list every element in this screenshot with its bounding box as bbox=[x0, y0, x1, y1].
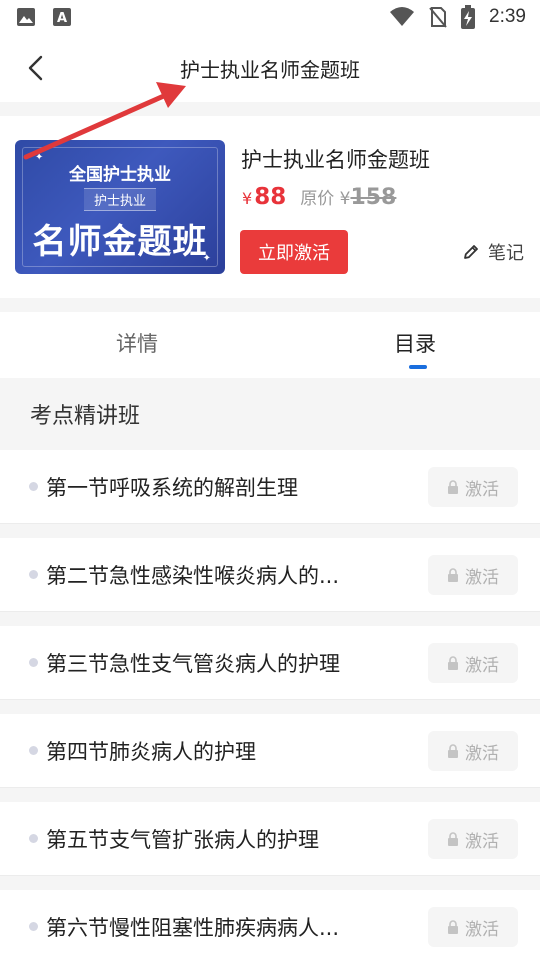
lesson-item[interactable]: 第五节支气管扩张病人的护理 激活 bbox=[0, 802, 540, 876]
lesson-activate-label: 激活 bbox=[465, 479, 499, 500]
wifi-icon bbox=[390, 7, 415, 26]
bullet-dot bbox=[29, 922, 38, 931]
lesson-activate-label: 激活 bbox=[465, 743, 499, 764]
bullet-dot bbox=[29, 482, 38, 491]
divider bbox=[0, 102, 540, 116]
status-time: 2:39 bbox=[489, 6, 526, 27]
lesson-activate-button[interactable]: 激活 bbox=[428, 467, 518, 507]
image-icon bbox=[17, 8, 35, 26]
cover-line-1: 全国护士执业 bbox=[69, 165, 171, 185]
lesson-activate-label: 激活 bbox=[465, 567, 499, 588]
lesson-activate-label: 激活 bbox=[465, 831, 499, 852]
tab-bar: 详情 目录 bbox=[0, 312, 540, 378]
cover-line-3: 名师金题班 bbox=[32, 222, 208, 262]
lock-icon bbox=[448, 744, 458, 758]
section-title: 考点精讲班 bbox=[30, 404, 141, 429]
lock-icon bbox=[448, 832, 458, 846]
page-title: 护士执业名师金题班 bbox=[180, 58, 360, 82]
divider bbox=[0, 612, 540, 626]
lesson-item[interactable]: 第二节急性感染性喉炎病人的... 激活 bbox=[0, 538, 540, 612]
current-price: 88 bbox=[254, 184, 287, 210]
lesson-activate-label: 激活 bbox=[465, 919, 499, 940]
tab-details[interactable]: 详情 bbox=[116, 328, 158, 358]
cover-line-2: 护士执业 bbox=[83, 188, 157, 211]
bullet-dot bbox=[29, 658, 38, 667]
activate-now-button[interactable]: 立即激活 bbox=[240, 230, 348, 274]
lesson-title: 第一节呼吸系统的解剖生理 bbox=[46, 476, 298, 500]
divider bbox=[0, 788, 540, 802]
no-sim-icon bbox=[429, 7, 447, 28]
lesson-activate-button[interactable]: 激活 bbox=[428, 643, 518, 683]
notes-label: 笔记 bbox=[488, 243, 524, 264]
divider bbox=[0, 876, 540, 890]
lesson-item[interactable]: 第四节肺炎病人的护理 激活 bbox=[0, 714, 540, 788]
text-a-icon: A bbox=[53, 8, 71, 26]
lesson-title: 第三节急性支气管炎病人的护理 bbox=[46, 652, 340, 676]
active-tab-indicator bbox=[409, 365, 427, 369]
lesson-title: 第四节肺炎病人的护理 bbox=[46, 740, 256, 764]
lesson-activate-button[interactable]: 激活 bbox=[428, 555, 518, 595]
divider bbox=[0, 700, 540, 714]
lock-icon bbox=[448, 568, 458, 582]
bullet-dot bbox=[29, 834, 38, 843]
lesson-item[interactable]: 第六节慢性阻塞性肺疾病病人... 激活 bbox=[0, 890, 540, 960]
lesson-title: 第五节支气管扩张病人的护理 bbox=[46, 828, 319, 852]
header: 护士执业名师金题班 bbox=[0, 36, 540, 102]
section-header: 考点精讲班 bbox=[0, 378, 540, 450]
divider bbox=[0, 298, 540, 312]
original-price: 158 bbox=[350, 185, 397, 210]
pencil-icon bbox=[464, 245, 478, 259]
lesson-list: 第一节呼吸系统的解剖生理 激活 第二节急性感染性喉炎病人的... 激活 第三节急… bbox=[0, 450, 540, 960]
lesson-activate-button[interactable]: 激活 bbox=[428, 731, 518, 771]
lock-icon bbox=[448, 920, 458, 934]
course-title: 护士执业名师金题班 bbox=[241, 148, 430, 172]
lesson-activate-label: 激活 bbox=[465, 655, 499, 676]
divider bbox=[0, 524, 540, 538]
price-symbol: ¥ bbox=[242, 189, 253, 208]
original-price-label: 原价 ¥ bbox=[300, 189, 351, 209]
course-card: ✦ ✦ 全国护士执业 护士执业 名师金题班 护士执业名师金题班 ¥ 88 原价 … bbox=[0, 116, 540, 298]
notes-button[interactable]: 笔记 bbox=[462, 239, 524, 265]
status-bar: A 2:39 bbox=[0, 0, 540, 36]
course-cover-image: ✦ ✦ 全国护士执业 护士执业 名师金题班 bbox=[15, 140, 225, 274]
lesson-item[interactable]: 第一节呼吸系统的解剖生理 激活 bbox=[0, 450, 540, 524]
lock-icon bbox=[448, 656, 458, 670]
lesson-activate-button[interactable]: 激活 bbox=[428, 907, 518, 947]
lesson-activate-button[interactable]: 激活 bbox=[428, 819, 518, 859]
lock-icon bbox=[448, 480, 458, 494]
bullet-dot bbox=[29, 746, 38, 755]
price-row: ¥ 88 原价 ¥ 158 bbox=[242, 184, 396, 210]
bullet-dot bbox=[29, 570, 38, 579]
tab-catalog[interactable]: 目录 bbox=[394, 328, 436, 358]
status-right: 2:39 bbox=[389, 5, 526, 29]
svg-text:A: A bbox=[57, 11, 67, 26]
lesson-title: 第二节急性感染性喉炎病人的... bbox=[46, 564, 340, 588]
battery-charging-icon bbox=[461, 5, 476, 29]
lesson-item[interactable]: 第三节急性支气管炎病人的护理 激活 bbox=[0, 626, 540, 700]
status-left: A bbox=[16, 7, 72, 27]
lesson-title: 第六节慢性阻塞性肺疾病病人... bbox=[46, 916, 340, 940]
